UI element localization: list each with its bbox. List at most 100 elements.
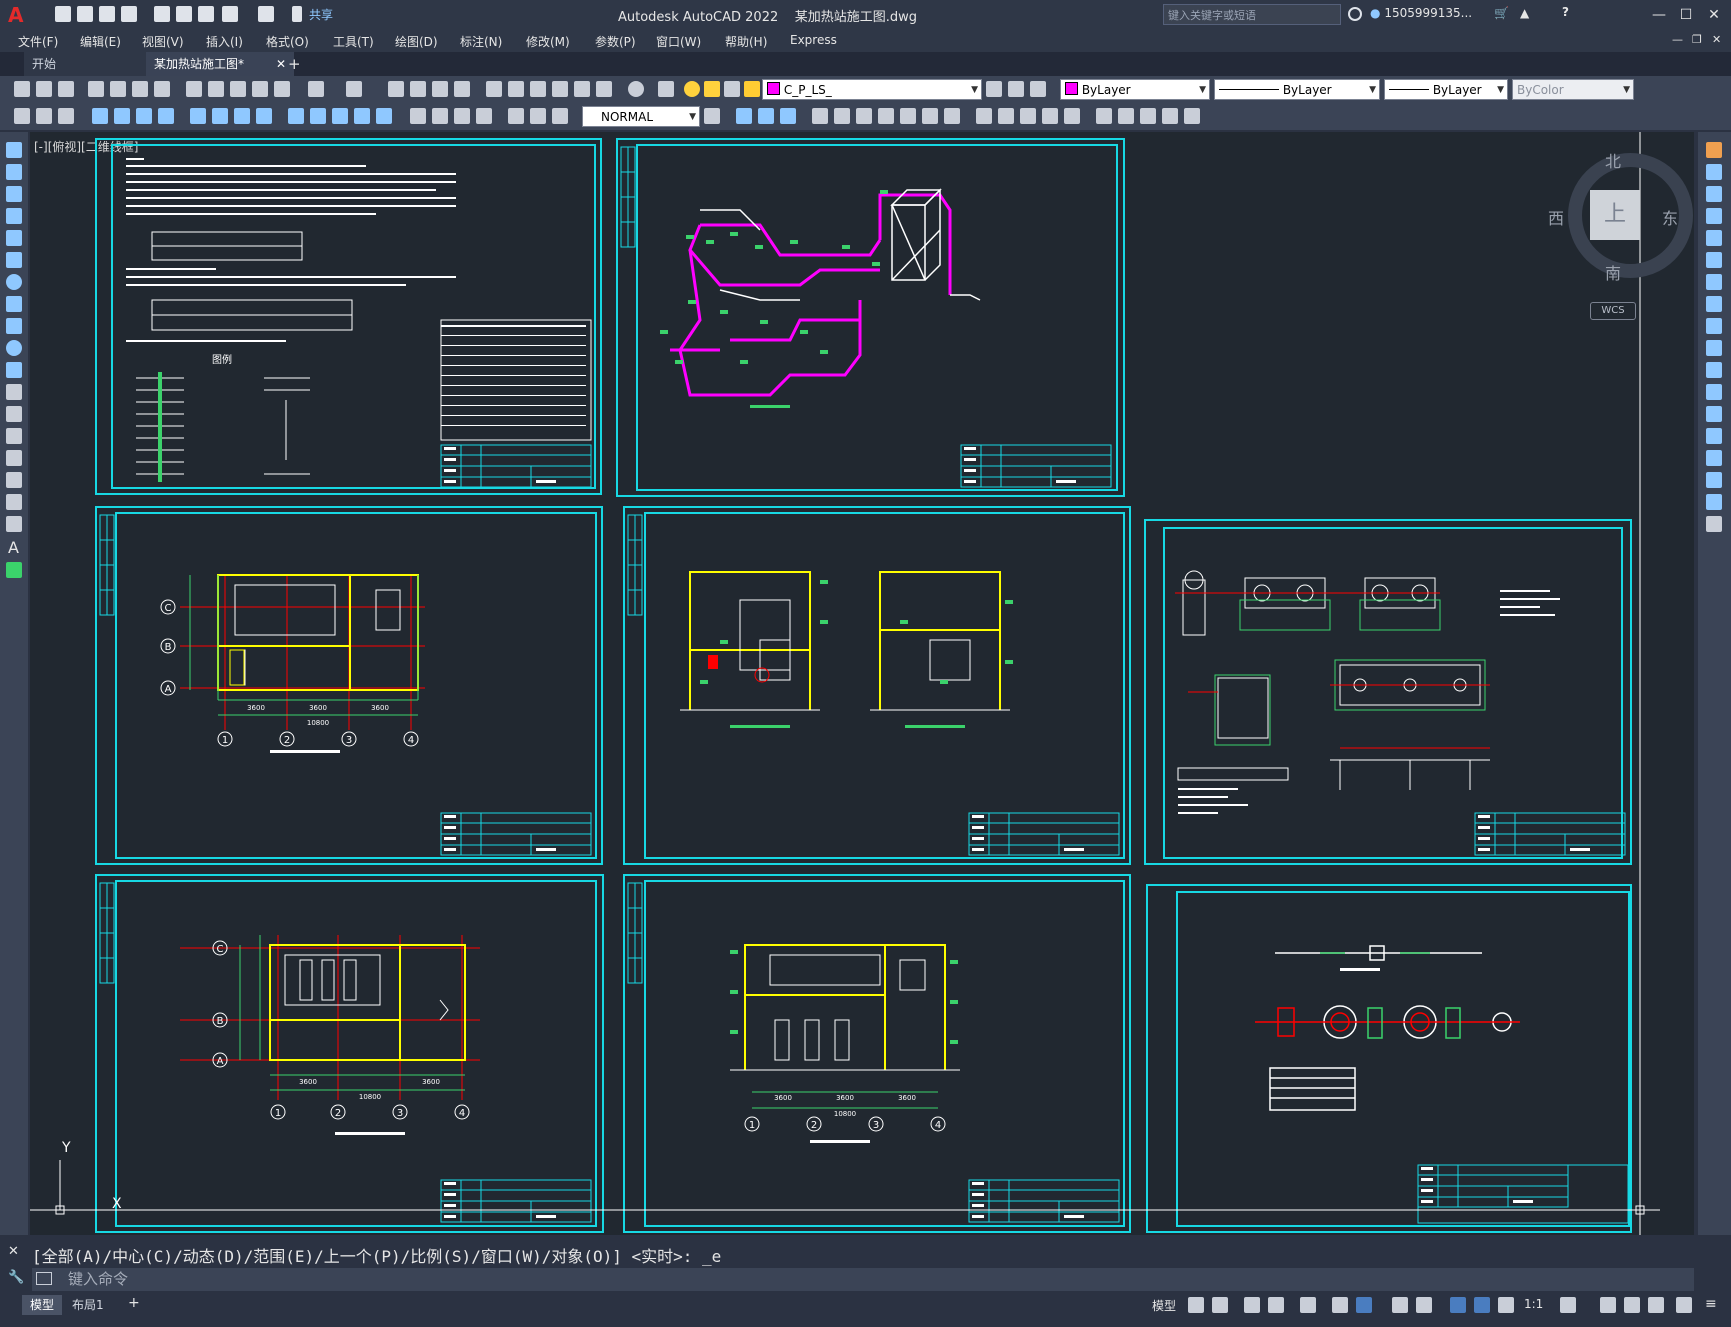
transparency-icon[interactable] [1416,1297,1432,1313]
gradient-icon[interactable] [6,472,22,488]
plot-tool-icon[interactable] [88,81,104,97]
menu-tools[interactable]: 工具(T) [333,33,374,50]
doc-restore-icon[interactable]: ❐ [1692,33,1702,46]
menu-format[interactable]: 格式(O) [266,33,309,50]
dim-continue-icon[interactable] [332,108,348,124]
help-search-input[interactable]: 键入关键字或短语 [1163,4,1341,25]
save-web-icon[interactable] [176,6,192,22]
dim-tool-1-icon[interactable] [14,108,30,124]
redo-icon[interactable] [258,6,274,22]
construction-line-icon[interactable] [6,164,22,180]
modify-1-icon[interactable] [736,108,752,124]
tab-model[interactable]: 模型 [22,1295,63,1315]
viewcube-top-face[interactable]: 上 [1590,190,1640,240]
dim-aligned-icon[interactable] [114,108,130,124]
trim-icon[interactable] [1706,340,1722,356]
quick-properties-icon[interactable] [1648,1297,1664,1313]
viewcube-east[interactable]: 东 [1662,205,1678,229]
modify-16-icon[interactable] [1096,108,1112,124]
circle-icon[interactable] [6,274,22,290]
lineweight-dropdown[interactable]: ByLayer ▼ [1384,79,1508,100]
auto-scale-icon[interactable] [1474,1297,1490,1313]
modify-6-icon[interactable] [856,108,872,124]
sheet-set-icon[interactable] [552,81,568,97]
layer-previous-icon[interactable] [1008,81,1024,97]
menu-help[interactable]: 帮助(H) [725,33,767,50]
publish-icon[interactable] [132,81,148,97]
dimstyle-dropdown[interactable]: NORMAL ▼ [582,106,700,127]
menu-parametric[interactable]: 参数(P) [595,33,636,50]
dim-arc-icon[interactable] [136,108,152,124]
move-icon[interactable] [1706,252,1722,268]
redo-tool-icon[interactable] [346,81,362,97]
modify-8-icon[interactable] [900,108,916,124]
new-tab-icon[interactable]: + [288,55,301,73]
zoom-realtime-icon[interactable] [410,81,426,97]
block-editor-icon[interactable] [274,81,290,97]
osnap-icon[interactable] [1356,1297,1372,1313]
match-prop-icon[interactable] [252,81,268,97]
scale-icon[interactable] [1706,296,1722,312]
polar-icon[interactable] [1268,1297,1284,1313]
help-button[interactable]: ? [1562,5,1569,19]
region-icon[interactable] [6,494,22,510]
paste-icon[interactable] [230,81,246,97]
dimstyle-manager-icon[interactable] [704,108,720,124]
add-layout-button[interactable]: + [128,1295,140,1311]
layer-properties-icon[interactable] [658,81,674,97]
zoom-window-icon[interactable] [432,81,448,97]
polygon-icon[interactable] [6,208,22,224]
undo-tool-icon[interactable] [308,81,324,97]
modify-17-icon[interactable] [1118,108,1134,124]
dim-tool-3-icon[interactable] [58,108,74,124]
jogged-linear-icon[interactable] [476,108,492,124]
arc-icon[interactable] [6,252,22,268]
extend-icon[interactable] [1706,362,1722,378]
blend-curves-icon[interactable] [1706,494,1722,510]
layer-lock-icon[interactable] [744,81,760,97]
properties-icon[interactable] [486,81,502,97]
cart-icon[interactable]: 🛒 [1494,6,1509,20]
modify-4-icon[interactable] [812,108,828,124]
dim-text-edit-icon[interactable] [530,108,546,124]
design-center-icon[interactable] [508,81,524,97]
make-current-layer-icon[interactable] [986,81,1002,97]
share-button[interactable]: 共享 [309,6,333,23]
markup-icon[interactable] [574,81,590,97]
cut-icon[interactable] [186,81,202,97]
menu-dimension[interactable]: 标注(N) [460,33,502,50]
menu-insert[interactable]: 插入(I) [206,33,243,50]
viewcube-north[interactable]: 北 [1605,148,1621,172]
maximize-button[interactable]: ☐ [1675,4,1697,26]
modify-15-icon[interactable] [1064,108,1080,124]
center-mark-icon[interactable] [432,108,448,124]
close-button[interactable]: ✕ [1703,4,1725,26]
autocad-logo[interactable]: A [8,4,28,26]
customize-qat-icon[interactable] [292,6,302,22]
plot-icon[interactable] [198,6,214,22]
units-icon[interactable] [1624,1297,1640,1313]
3dprint-icon[interactable] [154,81,170,97]
revcloud-icon[interactable] [6,296,22,312]
modify-19-icon[interactable] [1162,108,1178,124]
layer-vp-freeze-icon[interactable] [724,81,740,97]
array-icon[interactable] [1706,230,1722,246]
ellipse-icon[interactable] [6,340,22,356]
viewcube-south[interactable]: 南 [1605,260,1621,284]
table-icon[interactable] [6,516,22,532]
dim-angular-icon[interactable] [256,108,272,124]
zoom-previous-icon[interactable] [454,81,470,97]
menu-edit[interactable]: 编辑(E) [80,33,121,50]
new-file-icon[interactable] [55,6,71,22]
save-as-icon[interactable] [121,6,137,22]
layer-dropdown[interactable]: C_P_LS_ ▼ [762,79,982,100]
insert-block-icon[interactable] [6,384,22,400]
tool-palettes-icon[interactable] [530,81,546,97]
annotation-monitor-icon[interactable] [1600,1297,1616,1313]
break-point-icon[interactable] [1706,384,1722,400]
dim-ordinate-icon[interactable] [158,108,174,124]
chamfer-icon[interactable] [1706,450,1722,466]
customize-command-icon[interactable]: 🔧 [8,1270,24,1285]
save-tool-icon[interactable] [58,81,74,97]
snap-icon[interactable] [1212,1297,1228,1313]
